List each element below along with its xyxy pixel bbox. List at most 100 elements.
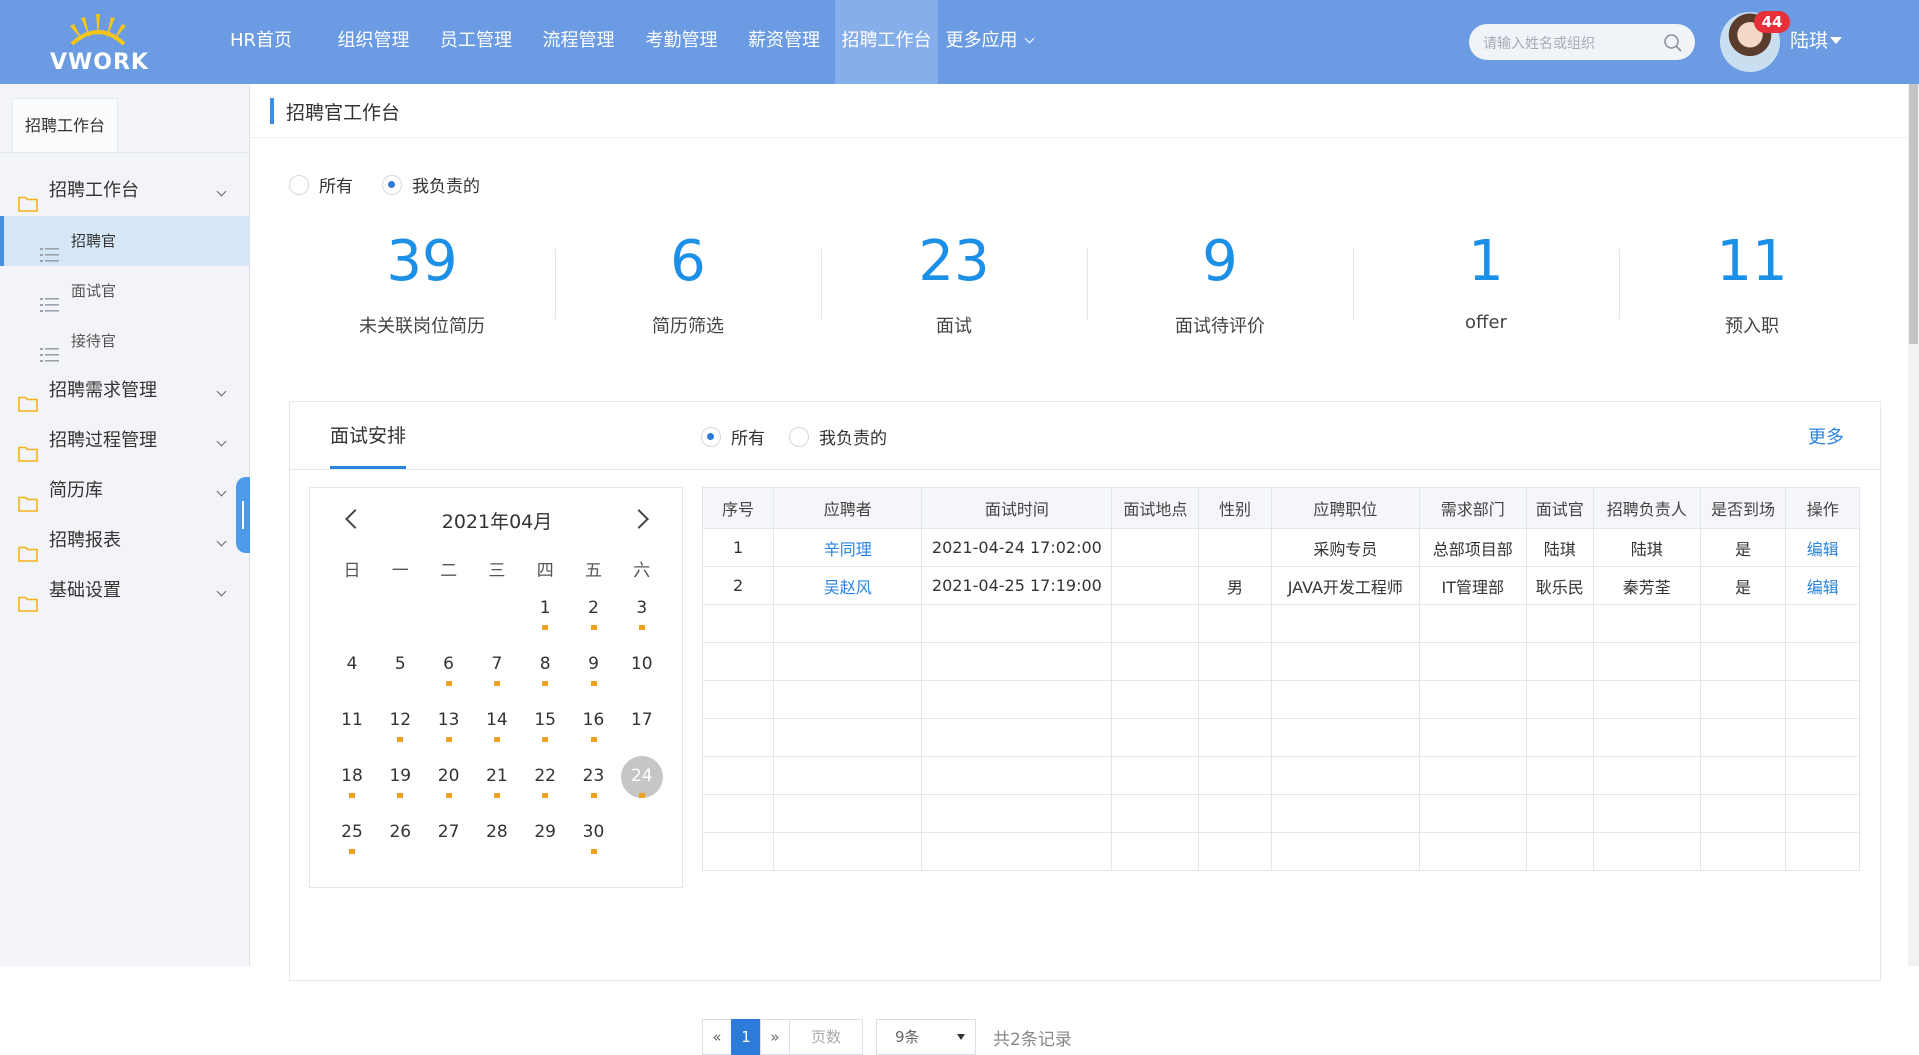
table-cell: [1525, 680, 1595, 719]
nav-item-4[interactable]: 考勤管理: [630, 0, 733, 84]
notification-badge[interactable]: 44: [1754, 11, 1790, 33]
calendar-day[interactable]: 7: [473, 647, 521, 693]
calendar-day[interactable]: 27: [425, 815, 473, 861]
calendar-day[interactable]: 18: [328, 759, 376, 805]
nav-item-1[interactable]: 组织管理: [322, 0, 425, 84]
calendar-day[interactable]: 8: [521, 647, 569, 693]
search-icon[interactable]: [1663, 33, 1683, 53]
vwork-logo[interactable]: VWORK: [50, 10, 148, 76]
table-cell: [1418, 756, 1527, 795]
radio-circle[interactable]: [789, 426, 809, 447]
calendar-day[interactable]: 12: [376, 703, 424, 749]
sidebar-group-3[interactable]: 简历库: [0, 466, 250, 516]
applicant-link[interactable]: 辛同理: [773, 528, 923, 567]
radio-circle[interactable]: [289, 174, 309, 195]
search-input[interactable]: 请输入姓名或组织: [1483, 33, 1595, 53]
tab-interview-schedule[interactable]: 面试安排: [330, 421, 407, 469]
stat-card-4[interactable]: 1 offer: [1353, 234, 1619, 334]
sidebar-collapse-handle[interactable]: [236, 477, 250, 553]
calendar-day[interactable]: 6: [425, 647, 473, 693]
stat-card-3[interactable]: 9 面试待评价: [1087, 234, 1353, 338]
calendar-day[interactable]: 1: [521, 591, 569, 637]
nav-item-5[interactable]: 薪资管理: [733, 0, 835, 84]
page-scrollbar[interactable]: [1908, 84, 1919, 966]
nav-item-3[interactable]: 流程管理: [527, 0, 630, 84]
chevron-down-icon[interactable]: [216, 186, 227, 197]
search-box[interactable]: 请输入姓名或组织: [1469, 24, 1695, 60]
user-name[interactable]: 陆琪: [1790, 26, 1828, 53]
sidebar-group-2[interactable]: 招聘过程管理: [0, 416, 250, 466]
sidebar-item-0-0[interactable]: 招聘官: [0, 216, 250, 266]
table-cell: [1593, 832, 1701, 871]
calendar-day[interactable]: 10: [618, 647, 666, 693]
calendar-day[interactable]: 15: [521, 703, 569, 749]
sidebar-group-4[interactable]: 招聘报表: [0, 516, 250, 566]
chevron-down-icon[interactable]: [216, 436, 227, 447]
more-link[interactable]: 更多: [1808, 423, 1844, 449]
nav-item-7[interactable]: 更多应用: [938, 0, 1040, 84]
pager-next-button[interactable]: »: [760, 1019, 790, 1055]
calendar-day[interactable]: 29: [521, 815, 569, 861]
chevron-down-icon[interactable]: [216, 536, 227, 547]
user-menu-caret-icon[interactable]: [1830, 37, 1842, 44]
calendar-day[interactable]: 28: [473, 815, 521, 861]
table-row[interactable]: 1 辛同理 2021-04-24 17:02:00 采购专员 总部项目部 陆琪 陆琪是编辑: [701, 528, 1860, 567]
calendar-day[interactable]: 14: [473, 703, 521, 749]
page-jump-input[interactable]: 页数: [789, 1019, 863, 1055]
calendar-day[interactable]: 25: [328, 815, 376, 861]
sidebar-group-5[interactable]: 基础设置: [0, 566, 250, 616]
calendar-day[interactable]: 26: [376, 815, 424, 861]
interview-marker: [493, 793, 500, 798]
calendar-day[interactable]: 21: [473, 759, 521, 805]
radio-option-0[interactable]: 所有: [289, 172, 353, 197]
calendar-day[interactable]: 5: [376, 647, 424, 693]
nav-item-6[interactable]: 招聘工作台: [835, 0, 938, 84]
nav-item-0[interactable]: HR首页: [200, 0, 322, 84]
chevron-down-icon[interactable]: [216, 586, 227, 597]
calendar-day[interactable]: 9: [570, 647, 618, 693]
calendar-day[interactable]: 3: [618, 591, 666, 637]
radio-option-0[interactable]: 所有: [701, 424, 765, 449]
radio-circle[interactable]: [701, 426, 721, 447]
stat-card-1[interactable]: 6 简历筛选: [555, 234, 821, 338]
calendar-day[interactable]: 13: [425, 703, 473, 749]
applicant-link[interactable]: 吴赵风: [773, 566, 923, 605]
calendar-day[interactable]: 24: [618, 756, 666, 805]
stat-card-2[interactable]: 23 面试: [821, 234, 1087, 338]
table-cell: 2021-04-24 17:02:00: [921, 528, 1113, 567]
calendar-day[interactable]: 30: [570, 815, 618, 861]
calendar-day[interactable]: 17: [618, 703, 666, 749]
sidebar-group-1[interactable]: 招聘需求管理: [0, 366, 250, 416]
table-row[interactable]: 2 吴赵风 2021-04-25 17:19:00 男 JAVA开发工程师 IT管理部 耿乐…: [701, 566, 1860, 605]
edit-link[interactable]: 编辑: [1785, 528, 1860, 567]
pager-page-1[interactable]: 1: [731, 1019, 761, 1055]
calendar-day[interactable]: 19: [376, 759, 424, 805]
stat-card-0[interactable]: 39 未关联岗位简历: [289, 234, 555, 338]
calendar-day[interactable]: 11: [328, 703, 376, 749]
calendar-day[interactable]: 2: [570, 591, 618, 637]
pager-prev-button[interactable]: «: [702, 1019, 732, 1055]
chevron-down-icon[interactable]: [216, 386, 227, 397]
table-cell: [773, 794, 923, 833]
chevron-down-icon[interactable]: [216, 486, 227, 497]
sidebar-item-0-2[interactable]: 接待官: [0, 316, 250, 366]
calendar-day[interactable]: 4: [328, 647, 376, 693]
calendar-day[interactable]: 20: [425, 759, 473, 805]
sidebar-tab[interactable]: 招聘工作台: [12, 98, 118, 152]
nav-item-label: 员工管理: [440, 30, 512, 51]
page-size-select[interactable]: 9条: [876, 1019, 976, 1055]
calendar-day[interactable]: 16: [570, 703, 618, 749]
sidebar-group-0[interactable]: 招聘工作台: [0, 166, 250, 216]
radio-option-1[interactable]: 我负责的: [789, 424, 887, 449]
scrollbar-thumb[interactable]: [1909, 84, 1918, 344]
calendar-day[interactable]: 23: [570, 759, 618, 805]
radio-option-1[interactable]: 我负责的: [382, 172, 480, 197]
sidebar-item-0-1[interactable]: 面试官: [0, 266, 250, 316]
stat-card-5[interactable]: 11 预入职: [1619, 234, 1885, 338]
nav-item-2[interactable]: 员工管理: [425, 0, 527, 84]
table-cell: 总部项目部: [1418, 528, 1527, 567]
calendar-day[interactable]: 22: [521, 759, 569, 805]
interview-marker: [542, 625, 549, 630]
edit-link[interactable]: 编辑: [1785, 566, 1860, 605]
radio-circle[interactable]: [382, 174, 402, 195]
